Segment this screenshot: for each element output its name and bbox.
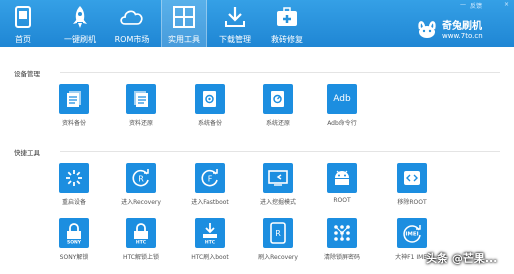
flash-recovery-icon: R (263, 218, 293, 248)
nav-one-click-flash-label: 一键刷机 (64, 35, 96, 44)
rabbit-logo-icon (418, 20, 436, 38)
svg-text:R: R (138, 175, 144, 184)
tile-label: SONY解锁 (59, 254, 89, 261)
nav-home[interactable]: 首页 (4, 0, 42, 47)
tile-label: 资料备份 (61, 120, 86, 127)
svg-text:HTC: HTC (136, 240, 147, 245)
svg-text:F: F (208, 175, 213, 184)
tile-label: 进入Fastboot (191, 199, 229, 206)
imei-icon: IMEI (397, 218, 427, 248)
tile-system-restore[interactable]: 系统还原 (243, 84, 313, 127)
tile-sony-unlock[interactable]: SONY SONY解锁 (39, 218, 109, 261)
medkit-icon (274, 4, 300, 30)
tile-label: 系统备份 (197, 120, 222, 127)
nav-download-manager-label: 下载管理 (219, 35, 251, 44)
tile-htc-unlock-lock[interactable]: HTC HTC解锁上锁 (106, 218, 176, 261)
tile-restart-device[interactable]: 重启设备 (39, 163, 109, 206)
tile-label: 清除锁屏密码 (323, 254, 360, 261)
section-divider (60, 151, 500, 152)
sony-unlock-icon: SONY (59, 218, 89, 248)
tile-root[interactable]: ROOT (307, 163, 377, 204)
brand: 奇兔刷机 www.7to.cn (416, 17, 483, 40)
brand-name: 奇兔刷机 (442, 21, 482, 32)
nav-brick-repair[interactable]: 救砖修复 (265, 0, 309, 47)
nav-rom-market[interactable]: ROM市场 (110, 0, 154, 47)
tile-label: HTC解锁上锁 (122, 254, 159, 261)
section-divider (60, 72, 500, 73)
nav-brick-repair-label: 救砖修复 (271, 35, 303, 44)
tile-label: 进入Recovery (121, 199, 161, 206)
nav-download-manager[interactable]: 下载管理 (213, 0, 257, 47)
htc-boot-icon: HTC (195, 218, 225, 248)
root-icon (327, 163, 357, 193)
tile-backup-data[interactable]: 资料备份 (39, 84, 109, 127)
close-button[interactable]: × (504, 1, 509, 8)
tile-label: 刷入Recovery (258, 254, 298, 261)
recovery-icon: R (126, 163, 156, 193)
tile-label: HTC刷入boot (191, 254, 229, 261)
tile-adb-command[interactable]: Adb Adb命令行 (307, 84, 377, 127)
restore-data-icon (126, 84, 156, 114)
tile-label: 进入挖掘模式 (259, 199, 296, 206)
tile-enter-mining-mode[interactable]: 进入挖掘模式 (243, 163, 313, 206)
top-bar: 首页 一键刷机 ROM市场 实用工具 下载管理 救砖修复 — 反馈 × 奇兔刷机… (0, 0, 514, 47)
feedback-button[interactable]: 反馈 (470, 1, 482, 10)
tile-remove-root[interactable]: 移除ROOT (377, 163, 447, 206)
download-icon (222, 4, 248, 30)
tile-label: ROOT (333, 197, 351, 204)
section-title-quick: 快捷工具 (14, 149, 40, 157)
system-backup-icon (195, 84, 225, 114)
cloud-icon (119, 4, 145, 30)
tile-label: 系统还原 (265, 120, 290, 127)
tile-label: 资料还原 (128, 120, 153, 127)
tile-htc-flash-boot[interactable]: HTC HTC刷入boot (175, 218, 245, 261)
mining-mode-icon (263, 163, 293, 193)
tile-label: 重启设备 (61, 199, 86, 206)
minimize-button[interactable]: — (460, 1, 466, 8)
restart-icon (59, 163, 89, 193)
nav-one-click-flash[interactable]: 一键刷机 (60, 0, 100, 47)
tile-label: Adb命令行 (327, 120, 357, 127)
tile-system-backup[interactable]: 系统备份 (175, 84, 245, 127)
tile-restore-data[interactable]: 资料还原 (106, 84, 176, 127)
adb-icon: Adb (327, 84, 357, 114)
svg-text:R: R (275, 229, 281, 238)
grid-icon (171, 4, 197, 30)
rocket-icon (67, 4, 93, 30)
tile-flash-recovery[interactable]: R 刷入Recovery (243, 218, 313, 261)
nav-rom-market-label: ROM市场 (114, 35, 150, 44)
brand-url: www.7to.cn (442, 32, 483, 40)
backup-data-icon (59, 84, 89, 114)
nav-utilities[interactable]: 实用工具 (161, 0, 207, 47)
watermark: 头条 @芒果... (426, 252, 498, 265)
tile-enter-recovery[interactable]: R 进入Recovery (106, 163, 176, 206)
svg-text:SONY: SONY (67, 240, 82, 245)
tile-enter-fastboot[interactable]: F 进入Fastboot (175, 163, 245, 206)
system-restore-icon (263, 84, 293, 114)
section-title-device: 设备管理 (14, 70, 40, 78)
svg-text:IMEI: IMEI (405, 232, 418, 238)
fastboot-icon: F (195, 163, 225, 193)
remove-root-icon (397, 163, 427, 193)
phone-icon (10, 4, 36, 30)
tile-clear-lockscreen[interactable]: 清除锁屏密码 (307, 218, 377, 261)
nav-home-label: 首页 (15, 35, 31, 44)
clear-lock-icon (327, 218, 357, 248)
svg-text:HTC: HTC (205, 240, 216, 245)
htc-lock-icon: HTC (126, 218, 156, 248)
nav-utilities-label: 实用工具 (168, 35, 200, 44)
tile-label: 移除ROOT (397, 199, 427, 206)
